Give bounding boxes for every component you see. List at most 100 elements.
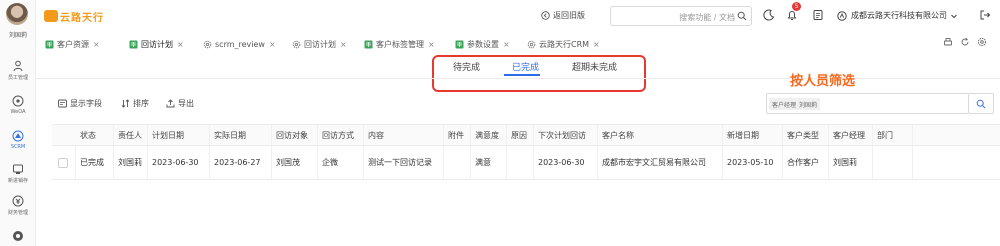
- table-row[interactable]: 已完成 刘国莉 2023-06-30 2023-06-27 刘国茂 企微 测试一…: [52, 146, 1000, 180]
- sheet-icon: [45, 40, 54, 49]
- column-header[interactable]: 实际日期: [210, 125, 272, 145]
- back-icon: [541, 11, 550, 20]
- sidebar-item-scrm[interactable]: SCRM: [0, 130, 36, 150]
- export-button[interactable]: 导出: [166, 98, 194, 109]
- table-cell: [444, 146, 471, 179]
- column-header[interactable]: 客户经理: [829, 125, 873, 145]
- company-switcher[interactable]: 成都云路天行科技有限公司: [837, 10, 958, 21]
- close-icon[interactable]: ×: [340, 40, 347, 49]
- back-to-old-version-label: 返回旧版: [553, 11, 585, 20]
- status-tab-overdue[interactable]: 超期未完成: [572, 60, 617, 73]
- tab-yunlu-crm[interactable]: 云路天行CRM ×: [527, 38, 600, 51]
- status-tab-completed[interactable]: 已完成: [512, 60, 539, 73]
- tab-label: 回访计划: [304, 40, 336, 49]
- gear-icon: [292, 40, 301, 49]
- search-input[interactable]: 搜索功能 / 文档: [610, 6, 752, 26]
- back-to-old-version-link[interactable]: 返回旧版: [541, 10, 585, 21]
- table-header-row: 状态 责任人 计划日期 实际日期 回访对象 回访方式 内容 附件 满意度 原因 …: [52, 124, 1000, 146]
- table-cell: 刘国莉: [114, 146, 148, 179]
- sidebar-item-weoa[interactable]: WeOA: [0, 95, 36, 115]
- sort-label: 排序: [133, 99, 149, 108]
- chevron-down-icon: [951, 14, 957, 18]
- gear-icon: [203, 40, 212, 49]
- column-header[interactable]: 下次计划回访: [534, 125, 598, 145]
- status-tab-pending[interactable]: 待完成: [453, 60, 480, 73]
- sort-button[interactable]: 排序: [121, 98, 149, 109]
- table-cell: 2023-06-27: [210, 146, 272, 179]
- show-fields-button[interactable]: 显示字段: [58, 98, 102, 109]
- export-label: 导出: [178, 99, 194, 108]
- sidebar-item-label: 新进销存: [7, 178, 28, 184]
- filter-search-button[interactable]: [969, 93, 994, 114]
- column-header[interactable]: 回访方式: [318, 125, 364, 145]
- column-header[interactable]: 附件: [444, 125, 471, 145]
- close-icon[interactable]: ×: [593, 40, 600, 49]
- logout-icon[interactable]: [979, 9, 991, 21]
- company-icon: [837, 10, 847, 21]
- sheet-icon: [455, 40, 464, 49]
- app-logo[interactable]: 云路天行: [44, 8, 104, 24]
- column-header[interactable]: 部门: [873, 125, 913, 145]
- table-cell: [873, 146, 913, 179]
- table-cell: 已完成: [76, 146, 114, 179]
- table-cell: 刘国茂: [272, 146, 318, 179]
- close-icon[interactable]: ×: [269, 40, 276, 49]
- column-header[interactable]: 状态: [76, 125, 114, 145]
- sidebar-item-more[interactable]: [0, 230, 36, 244]
- tab-customer-tag-management[interactable]: 客户标签管理 ×: [364, 38, 435, 51]
- table-cell: 企微: [318, 146, 364, 179]
- tab-visit-plan-settings[interactable]: 回访计划 ×: [292, 38, 347, 51]
- column-header[interactable]: 计划日期: [148, 125, 210, 145]
- refresh-icon[interactable]: [960, 37, 970, 47]
- close-icon[interactable]: ×: [177, 40, 184, 49]
- table-cell: 刘国莉: [829, 146, 873, 179]
- table-cell: 2023-06-30: [534, 146, 598, 179]
- active-tab-indicator: [504, 74, 540, 76]
- tab-visit-plan[interactable]: 回访计划 ×: [129, 38, 184, 51]
- filter-input[interactable]: 客户经理 刘国莉: [766, 93, 969, 114]
- print-icon[interactable]: [943, 37, 953, 47]
- tab-tools: [943, 37, 987, 49]
- top-header: 云路天行 返回旧版 搜索功能 / 文档 5 成都云路天行科技有限公司: [36, 0, 1000, 32]
- tab-parameter-settings[interactable]: 参数设置 ×: [455, 38, 510, 51]
- filter-tag[interactable]: 客户经理 刘国莉: [769, 98, 821, 110]
- sidebar-item-label: 财务管理: [7, 210, 28, 216]
- column-header[interactable]: 原因: [507, 125, 534, 145]
- page-tab-strip: 客户资源 × 回访计划 × scrm_review × 回访计划 × 客户标签管理 × 参…: [36, 36, 1000, 52]
- search-icon[interactable]: [737, 11, 747, 21]
- column-header[interactable]: 内容: [364, 125, 444, 145]
- tab-customer-resources[interactable]: 客户资源 ×: [45, 38, 100, 51]
- avatar[interactable]: [6, 3, 28, 25]
- table-cell: 测试一下回访记录: [364, 146, 444, 179]
- column-header[interactable]: 客户类型: [783, 125, 829, 145]
- column-header[interactable]: 责任人: [114, 125, 148, 145]
- sidebar-item-staff[interactable]: 员工管理: [0, 60, 36, 81]
- table-cell: 满意: [471, 146, 507, 179]
- column-header[interactable]: 满意度: [471, 125, 507, 145]
- document-icon[interactable]: [812, 9, 824, 21]
- close-icon[interactable]: ×: [503, 40, 510, 49]
- search-icon: [976, 99, 986, 109]
- finance-icon: [12, 195, 24, 207]
- settings-gear-icon[interactable]: [977, 37, 987, 47]
- table-cell: 2023-06-30: [148, 146, 210, 179]
- gear-icon: [527, 40, 536, 49]
- fields-icon: [58, 99, 67, 108]
- sidebar-item-finance[interactable]: 财务管理: [0, 195, 36, 216]
- column-header[interactable]: 新增日期: [723, 125, 783, 145]
- sidebar-item-inventory[interactable]: 新进销存: [0, 163, 36, 184]
- row-checkbox[interactable]: [58, 157, 68, 168]
- close-icon[interactable]: ×: [428, 40, 435, 49]
- export-icon: [166, 99, 175, 108]
- column-header[interactable]: 客户名称: [598, 125, 723, 145]
- notification-badge: 5: [792, 2, 801, 11]
- tab-scrm-review[interactable]: scrm_review ×: [203, 38, 276, 51]
- sheet-icon: [364, 40, 373, 49]
- table-cell: [507, 146, 534, 179]
- sidebar-user-name: 刘国莉: [8, 32, 27, 39]
- column-header[interactable]: 回访对象: [272, 125, 318, 145]
- close-icon[interactable]: ×: [93, 40, 100, 49]
- logo-mark-icon: [44, 10, 58, 22]
- tab-label: 参数设置: [467, 40, 499, 49]
- theme-toggle-icon[interactable]: [763, 9, 775, 21]
